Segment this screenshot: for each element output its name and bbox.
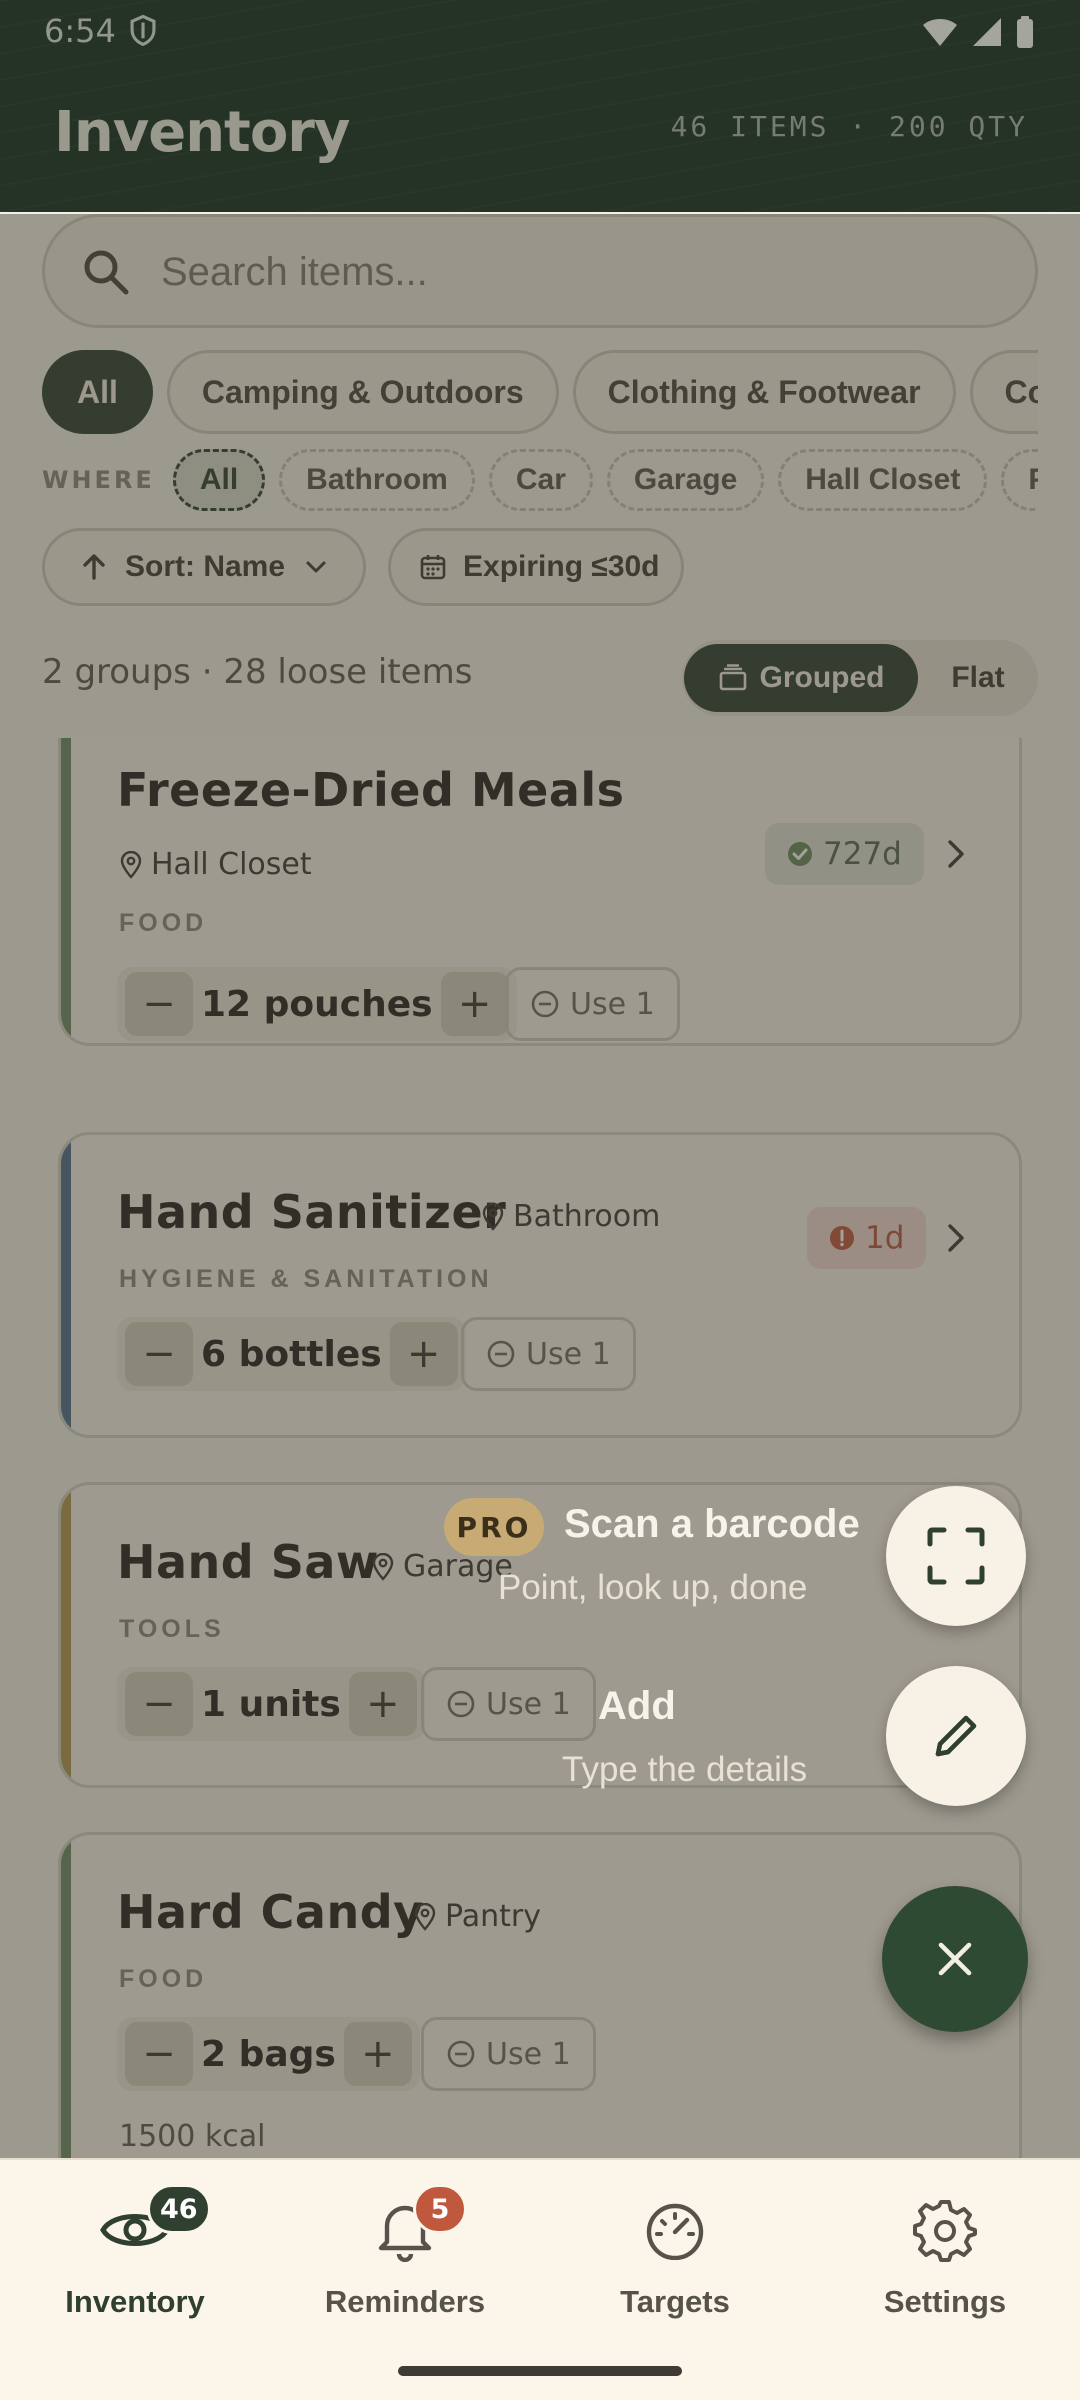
scan-barcode-title[interactable]: Scan a barcode	[564, 1502, 860, 1547]
nav-targets[interactable]: Targets	[540, 2190, 810, 2360]
add-item-title[interactable]: Add	[598, 1684, 676, 1729]
nav-label: Inventory	[65, 2284, 205, 2319]
pro-badge: PRO	[444, 1498, 544, 1556]
header-scrim	[0, 0, 1080, 212]
close-icon	[938, 1942, 972, 1976]
gear-icon	[913, 2200, 977, 2262]
add-item-subtitle: Type the details	[562, 1750, 808, 1789]
pencil-icon	[935, 1715, 977, 1757]
scan-barcode-button[interactable]	[886, 1486, 1026, 1626]
fab-menu-scrim[interactable]	[0, 214, 1080, 2158]
nav-label: Targets	[620, 2284, 730, 2319]
add-item-button[interactable]	[886, 1666, 1026, 1806]
nav-label: Reminders	[324, 2284, 486, 2319]
nav-reminders[interactable]: 5 Reminders	[270, 2184, 540, 2360]
bottom-navigation: 46 Inventory 5 Reminders Targets Setting…	[0, 2158, 1080, 2400]
nav-settings[interactable]: Settings	[810, 2190, 1080, 2360]
nav-inventory[interactable]: 46 Inventory	[0, 2184, 270, 2360]
gauge-icon	[646, 2203, 704, 2260]
home-indicator	[398, 2366, 682, 2376]
close-fab-button[interactable]	[882, 1886, 1028, 2032]
reminders-count-badge: 5	[413, 2184, 467, 2234]
inventory-count-badge: 46	[147, 2184, 211, 2234]
scan-frame-icon	[927, 1527, 985, 1585]
nav-label: Settings	[883, 2284, 1007, 2319]
scan-barcode-subtitle: Point, look up, done	[498, 1568, 808, 1607]
